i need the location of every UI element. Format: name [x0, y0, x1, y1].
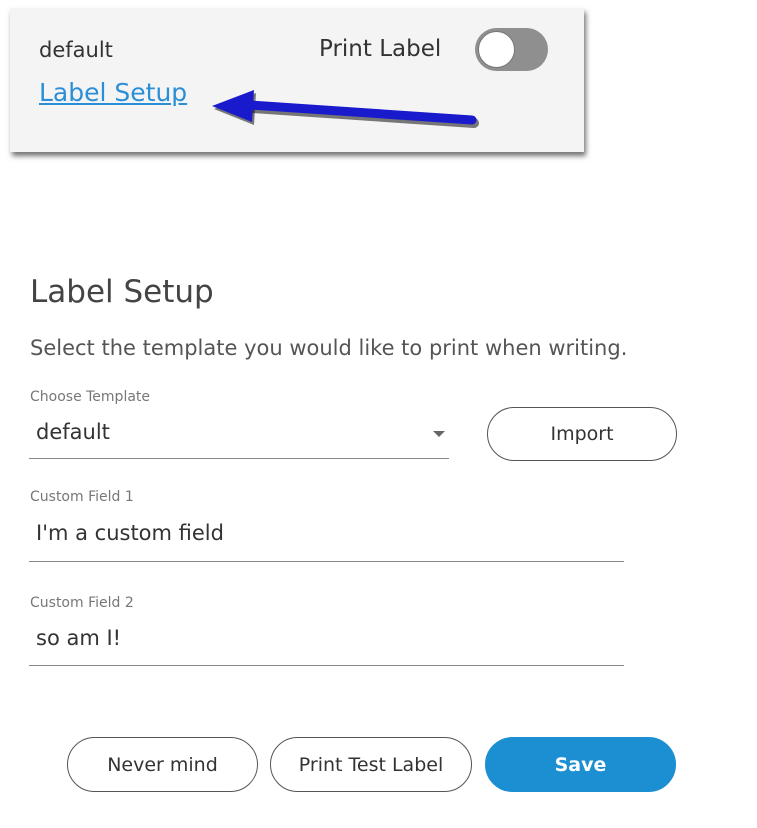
custom-field-2-label: Custom Field 2 [30, 595, 134, 611]
template-select-underline [29, 458, 449, 459]
chevron-down-icon[interactable] [433, 431, 445, 437]
never-mind-button[interactable]: Never mind [67, 737, 258, 792]
save-button[interactable]: Save [485, 737, 676, 792]
template-name: default [39, 38, 113, 62]
dialog-description: Select the template you would like to pr… [30, 336, 628, 360]
print-test-label-button[interactable]: Print Test Label [270, 737, 472, 792]
dialog-title: Label Setup [30, 274, 214, 310]
choose-template-label: Choose Template [30, 389, 151, 405]
custom-field-1-underline [29, 561, 624, 562]
label-setup-link[interactable]: Label Setup [39, 78, 187, 107]
custom-field-2-input[interactable]: so am I! [36, 626, 121, 650]
print-label-toggle[interactable] [475, 28, 548, 71]
template-select[interactable]: default [36, 420, 110, 444]
toggle-knob [478, 31, 515, 68]
template-row-card: default Print Label Label Setup [10, 8, 584, 152]
import-button[interactable]: Import [487, 407, 677, 461]
print-label-text: Print Label [319, 36, 442, 62]
custom-field-1-label: Custom Field 1 [30, 489, 134, 505]
custom-field-1-input[interactable]: I'm a custom field [36, 521, 224, 545]
custom-field-2-underline [29, 665, 624, 666]
annotation-arrow-icon [212, 90, 479, 128]
